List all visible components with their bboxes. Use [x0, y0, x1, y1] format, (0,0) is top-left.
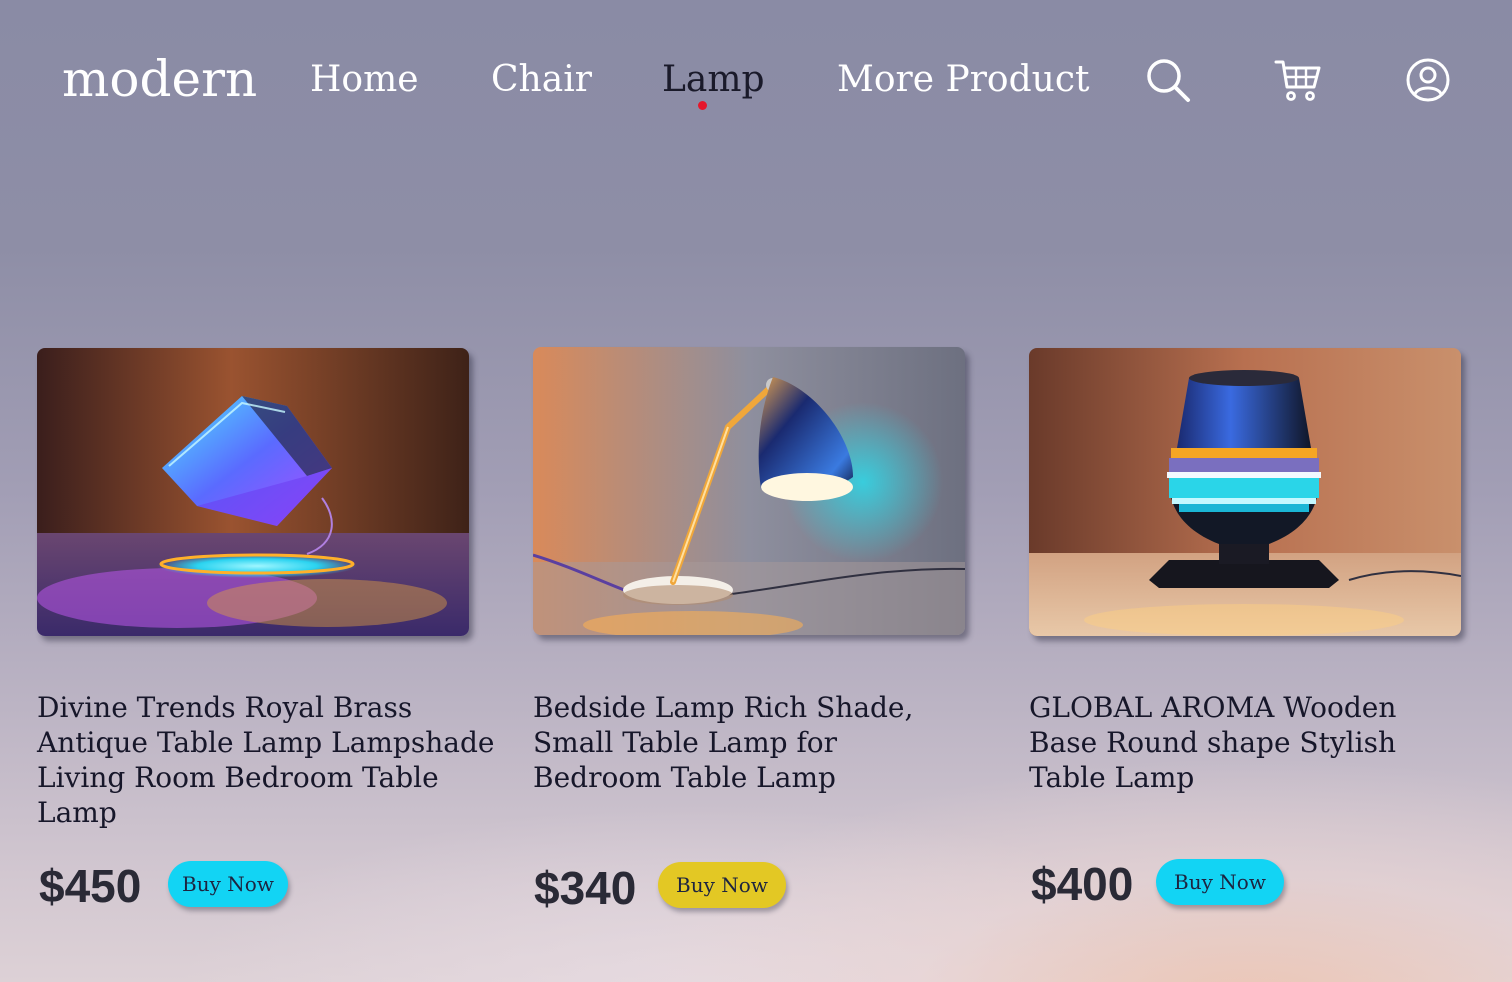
logo[interactable]: modern [62, 44, 257, 114]
product-title-1[interactable]: Divine Trends Royal Brass Antique Table … [37, 690, 507, 830]
product-image-1[interactable] [37, 348, 469, 636]
nav-link-more-product[interactable]: More Product [837, 54, 1089, 106]
buy-now-button-3[interactable]: Buy Now [1156, 859, 1284, 905]
nav-link-lamp[interactable]: Lamp [662, 54, 765, 106]
top-navigation: modern Home Chair Lamp More Product [0, 0, 1512, 160]
search-icon[interactable] [1144, 56, 1192, 104]
nav-link-chair[interactable]: Chair [491, 54, 592, 106]
active-nav-indicator [698, 101, 707, 110]
product-price-1: $450 [39, 860, 142, 912]
product-image-3[interactable] [1029, 348, 1461, 636]
product-image-2[interactable] [533, 347, 965, 635]
product-price-3: $400 [1031, 858, 1134, 910]
cart-icon[interactable] [1274, 56, 1322, 104]
product-title-3[interactable]: GLOBAL AROMA Wooden Base Round shape Sty… [1029, 690, 1469, 795]
buy-now-button-1[interactable]: Buy Now [168, 861, 288, 907]
buy-now-button-2[interactable]: Buy Now [658, 862, 786, 908]
user-icon[interactable] [1404, 56, 1452, 104]
product-price-2: $340 [534, 862, 637, 914]
nav-link-home[interactable]: Home [310, 54, 419, 106]
product-title-2[interactable]: Bedside Lamp Rich Shade, Small Table Lam… [533, 690, 963, 795]
